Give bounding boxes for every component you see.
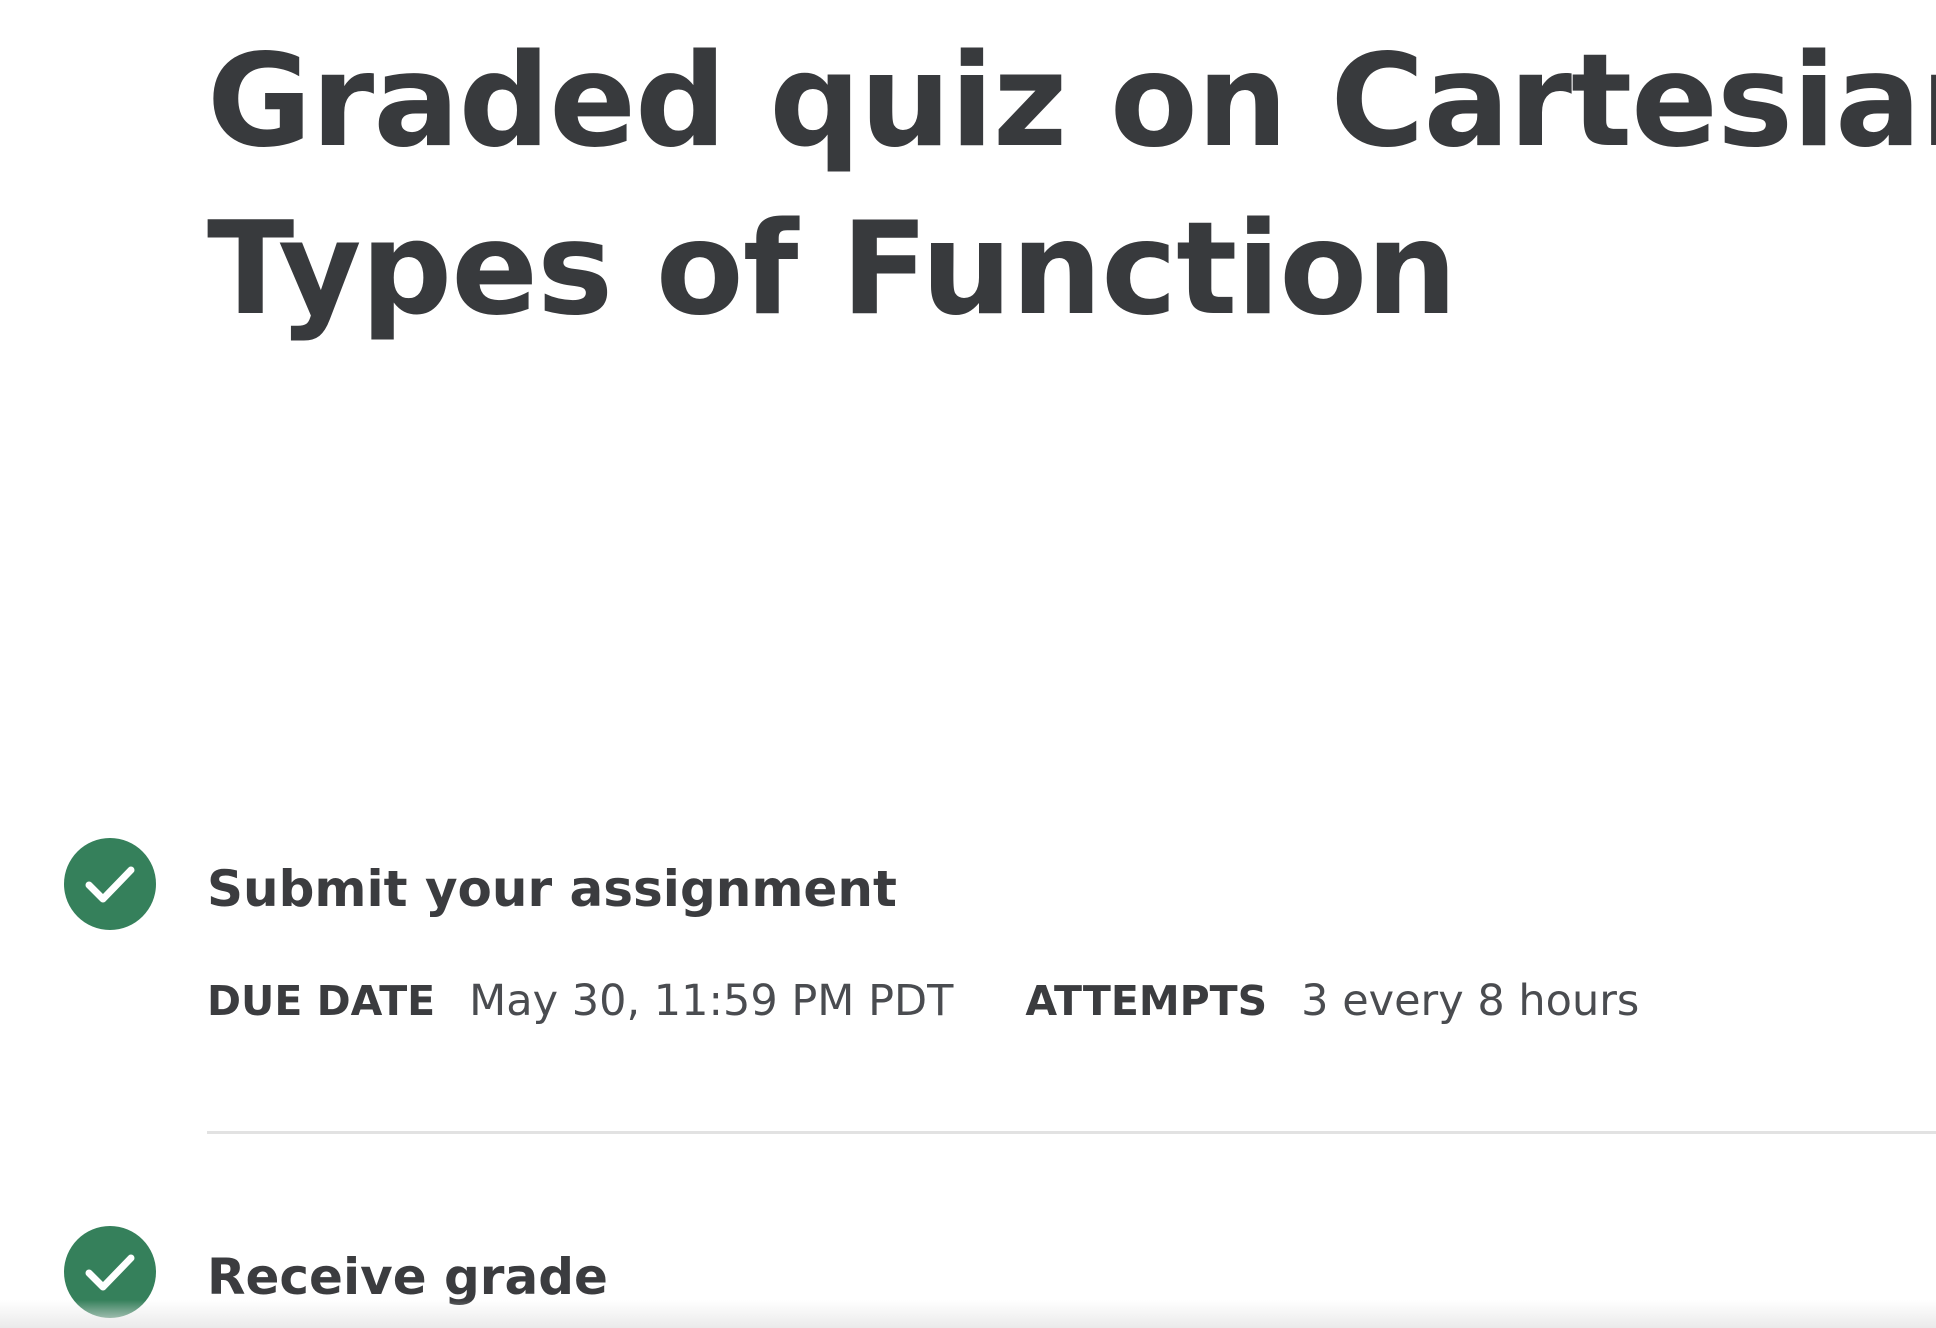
assignment-meta: DUE DATE May 30, 11:59 PM PDT ATTEMPTS 3… xyxy=(207,973,1711,1029)
attempts-value: 3 every 8 hours xyxy=(1301,976,1640,1026)
attempts-label: ATTEMPTS xyxy=(1025,977,1268,1025)
step-title: Receive grade xyxy=(207,1248,608,1306)
step-title: Submit your assignment xyxy=(207,860,897,918)
page-title-line-1: Graded quiz on Cartesian xyxy=(207,27,1936,176)
bottom-fade xyxy=(0,1300,1936,1328)
section-divider xyxy=(207,1131,1936,1134)
due-date-value: May 30, 11:59 PM PDT xyxy=(469,976,954,1026)
page-title-line-2: Types of Function xyxy=(207,195,1457,344)
due-date-label: DUE DATE xyxy=(207,977,436,1025)
check-icon xyxy=(64,838,156,930)
page-title: Graded quiz on Cartesian Types of Functi… xyxy=(207,18,1936,354)
